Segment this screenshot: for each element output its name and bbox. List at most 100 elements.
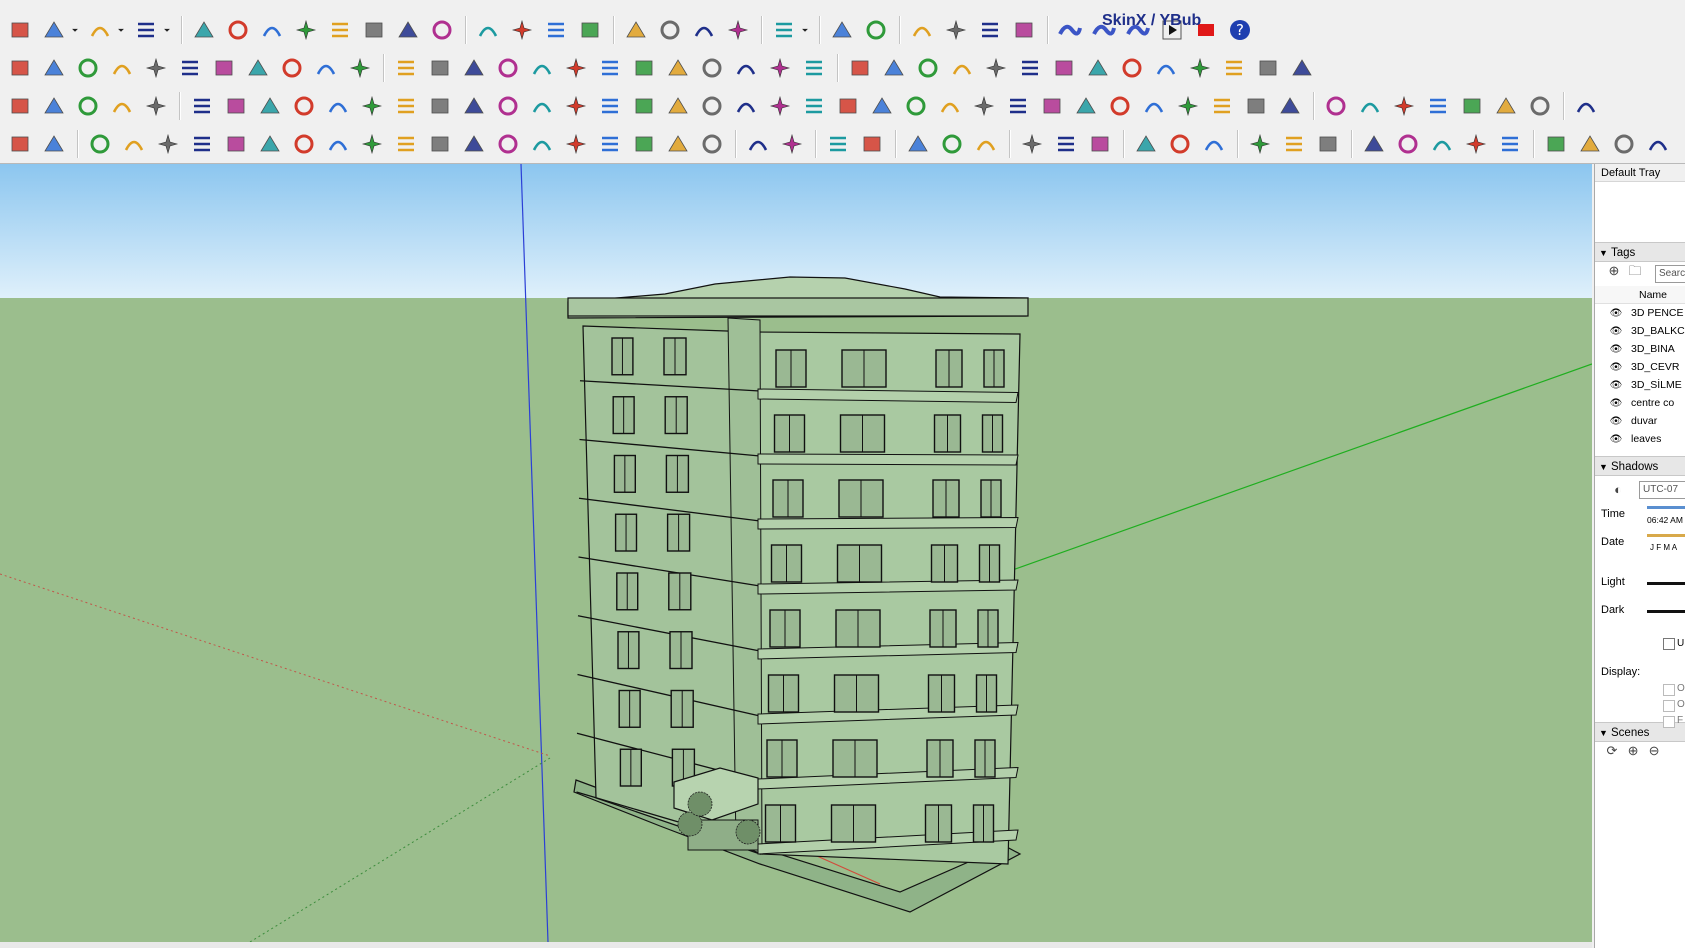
lines-icon[interactable] xyxy=(1252,52,1284,84)
squiggle-icon[interactable] xyxy=(220,128,252,160)
hook-icon[interactable] xyxy=(662,90,694,122)
puzzle-icon[interactable] xyxy=(1036,90,1068,122)
hatch2-icon[interactable] xyxy=(1048,52,1080,84)
tile-blue-icon[interactable] xyxy=(1490,90,1522,122)
map-icon[interactable] xyxy=(826,14,858,46)
plane-blue-icon[interactable] xyxy=(4,90,36,122)
table-icon[interactable] xyxy=(1358,128,1390,160)
scale-icon[interactable] xyxy=(324,14,356,46)
tag-row[interactable]: 👁 3D_BALKC xyxy=(1595,322,1685,340)
refresh-icon[interactable]: ⟳ xyxy=(1603,742,1621,760)
add-folder-icon[interactable]: 🗀 xyxy=(1626,262,1644,280)
n-curve-icon[interactable] xyxy=(186,128,218,160)
face-icon[interactable] xyxy=(946,52,978,84)
tag-icon[interactable] xyxy=(860,14,892,46)
cone-icon[interactable] xyxy=(560,90,592,122)
hatch-icon[interactable] xyxy=(912,52,944,84)
circle-gray-icon[interactable] xyxy=(560,128,592,160)
panel-icon[interactable] xyxy=(1608,128,1640,160)
fold-icon[interactable] xyxy=(662,52,694,84)
loft-icon[interactable] xyxy=(276,52,308,84)
window-blue-icon[interactable] xyxy=(1278,128,1310,160)
eraser-icon[interactable] xyxy=(4,14,36,46)
surface-icon[interactable] xyxy=(628,52,660,84)
pillars-icon[interactable] xyxy=(1116,52,1148,84)
tag-row[interactable]: 👁 3D_CEVR xyxy=(1595,358,1685,376)
push-pull-icon[interactable] xyxy=(188,14,220,46)
display-checkbox-1[interactable] xyxy=(1663,684,1675,696)
zigzag-icon[interactable] xyxy=(118,128,150,160)
tape-measure-icon[interactable] xyxy=(358,14,390,46)
visibility-eye-icon[interactable]: 👁 xyxy=(1609,305,1623,323)
tag-row[interactable]: 👁 3D PENCE xyxy=(1595,304,1685,322)
shuffle-icon[interactable] xyxy=(1540,128,1572,160)
circle-red-icon[interactable] xyxy=(628,128,660,160)
plus-red-icon[interactable] xyxy=(458,90,490,122)
select-arrow-icon[interactable] xyxy=(776,128,808,160)
plane-yellow-icon[interactable] xyxy=(38,90,70,122)
wave-gray-icon[interactable] xyxy=(1524,90,1556,122)
dropdown-arrow-icon[interactable] xyxy=(160,14,174,46)
bucket-icon[interactable] xyxy=(798,90,830,122)
box-icon[interactable] xyxy=(208,52,240,84)
use-sun-checkbox[interactable] xyxy=(1663,638,1675,650)
light-slider[interactable] xyxy=(1647,582,1685,585)
skinx-ybub-label[interactable]: SkinX / YBub xyxy=(1102,12,1201,30)
stair-icon[interactable] xyxy=(696,52,728,84)
array-icon[interactable] xyxy=(526,52,558,84)
round-corner-icon[interactable] xyxy=(106,52,138,84)
display-checkbox-2[interactable] xyxy=(1663,700,1675,712)
arc3-icon[interactable] xyxy=(356,128,388,160)
star-green-icon[interactable] xyxy=(742,128,774,160)
line-plus-icon[interactable] xyxy=(1050,128,1082,160)
cube-red-icon[interactable] xyxy=(934,90,966,122)
tag-row[interactable]: 👁 3D_BINA xyxy=(1595,340,1685,358)
lines-plus-icon[interactable] xyxy=(936,128,968,160)
triangle-red-icon[interactable] xyxy=(662,128,694,160)
cube-blue-icon[interactable] xyxy=(1456,90,1488,122)
wall-icon[interactable] xyxy=(1082,52,1114,84)
cubes-icon[interactable] xyxy=(968,90,1000,122)
tags-column-header[interactable]: Name xyxy=(1595,286,1685,304)
path-icon[interactable] xyxy=(140,52,172,84)
brush-orange-icon[interactable] xyxy=(1422,90,1454,122)
arc-red-icon[interactable] xyxy=(492,128,524,160)
plus-green-icon[interactable] xyxy=(492,90,524,122)
globe-icon[interactable] xyxy=(1008,14,1040,46)
visibility-eye-icon[interactable]: 👁 xyxy=(1609,431,1623,449)
skinx-wave-icon[interactable] xyxy=(1054,14,1086,46)
fire-icon[interactable] xyxy=(4,128,36,160)
grid-icon[interactable] xyxy=(560,52,592,84)
building-model[interactable] xyxy=(567,276,1029,913)
dropdown-arrow-icon[interactable] xyxy=(114,14,128,46)
help-icon[interactable]: ? xyxy=(1224,14,1256,46)
frame2-icon[interactable] xyxy=(1070,90,1102,122)
wrench-icon[interactable] xyxy=(594,128,626,160)
rectangle-icon[interactable] xyxy=(130,14,162,46)
line-tools-icon[interactable] xyxy=(764,52,796,84)
move-icon[interactable] xyxy=(256,14,288,46)
layers-settings-icon[interactable] xyxy=(722,14,754,46)
zoom-icon[interactable] xyxy=(540,14,572,46)
grid-orange2-icon[interactable] xyxy=(1138,90,1170,122)
tag-row[interactable]: 👁 leaves xyxy=(1595,430,1685,448)
solid-tools-icon[interactable] xyxy=(974,14,1006,46)
curve-icon[interactable] xyxy=(38,52,70,84)
undo-red-icon[interactable] xyxy=(832,90,864,122)
grid-arrows-icon[interactable] xyxy=(1274,90,1306,122)
line-minus-icon[interactable] xyxy=(1084,128,1116,160)
tags-panel-header[interactable]: ▼ Tags xyxy=(1595,242,1685,262)
arc5-icon[interactable] xyxy=(458,128,490,160)
orbit-icon[interactable] xyxy=(472,14,504,46)
visibility-eye-icon[interactable]: 👁 xyxy=(1609,323,1623,341)
cut-icon[interactable] xyxy=(492,52,524,84)
text-icon[interactable] xyxy=(392,14,424,46)
tags-search-input[interactable]: Searc xyxy=(1655,265,1685,283)
pan-icon[interactable] xyxy=(506,14,538,46)
box-x-icon[interactable] xyxy=(1130,128,1162,160)
follow-me-icon[interactable] xyxy=(222,14,254,46)
layers-stack-icon[interactable] xyxy=(688,14,720,46)
arc-icon[interactable] xyxy=(84,14,116,46)
box-grid-icon[interactable] xyxy=(1164,128,1196,160)
window-icon[interactable] xyxy=(1244,128,1276,160)
